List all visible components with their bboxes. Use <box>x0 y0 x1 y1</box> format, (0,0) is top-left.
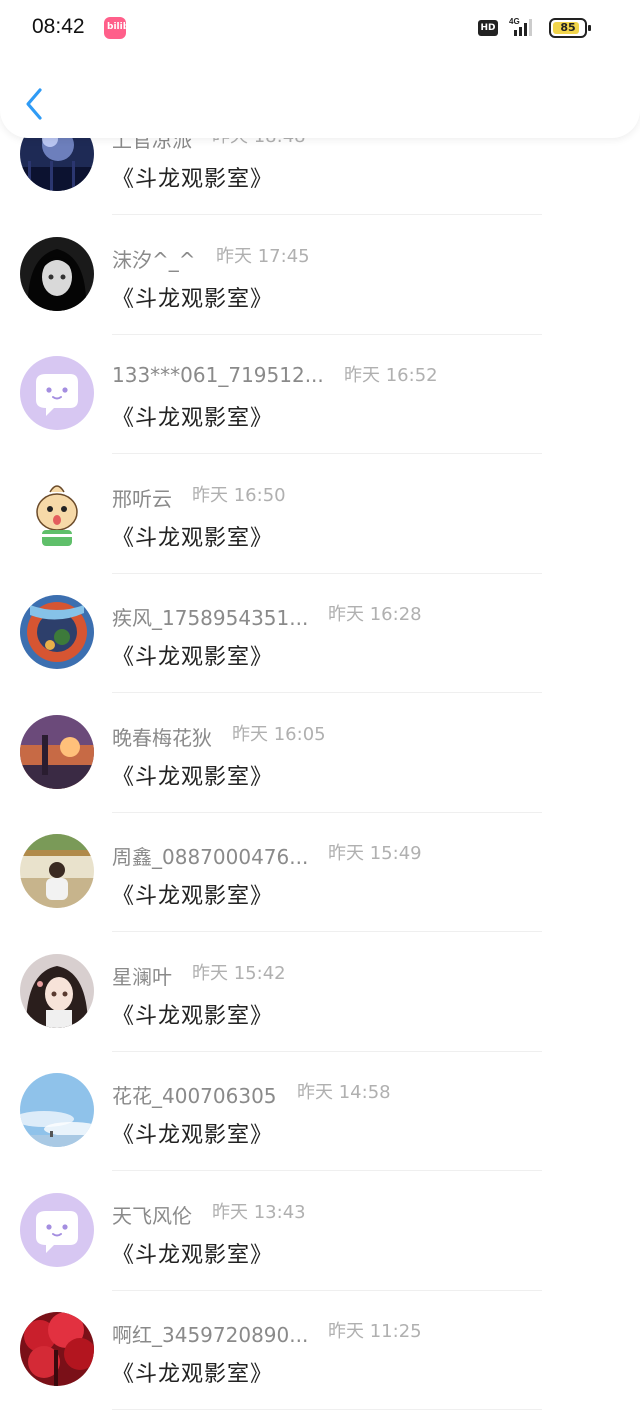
comment-item[interactable]: 疾风_1758954351... 昨天 16:28 《斗龙观影室》 <box>0 573 640 693</box>
username[interactable]: 沫汐^_^ <box>112 244 196 273</box>
avatar[interactable] <box>20 714 94 789</box>
username[interactable]: 晚春梅花狄 <box>112 722 212 751</box>
comment-text: 《斗龙观影室》 <box>112 286 274 312</box>
comment-text: 《斗龙观影室》 <box>112 167 274 192</box>
avatar[interactable] <box>20 356 94 430</box>
network-label: 4G <box>509 17 520 26</box>
avatar[interactable] <box>20 953 94 1028</box>
battery-icon: 85 <box>549 18 591 38</box>
top-bar: 08:42 bilibili HD 4G 85 <box>0 0 640 138</box>
comment-item[interactable]: 晚春梅花狄 昨天 16:05 《斗龙观影室》 <box>0 693 640 813</box>
comment-text: 《斗龙观影室》 <box>112 1362 274 1387</box>
timestamp: 昨天 16:05 <box>232 723 326 745</box>
avatar-image <box>20 714 94 789</box>
avatar[interactable] <box>20 236 94 311</box>
comment-item[interactable]: 星澜叶 昨天 15:42 《斗龙观影室》 <box>0 932 640 1052</box>
battery-level: 85 <box>560 21 576 34</box>
signal-4g-icon: 4G <box>509 17 532 36</box>
avatar-image <box>20 1073 94 1147</box>
timestamp: 昨天 15:42 <box>192 962 286 984</box>
divider <box>112 1409 542 1410</box>
username[interactable]: 啊红_3459720890... <box>112 1319 308 1348</box>
comment-text: 《斗龙观影室》 <box>112 1003 274 1029</box>
username[interactable]: 周鑫_0887000476... <box>112 841 308 870</box>
timestamp: 昨天 15:49 <box>328 843 422 864</box>
avatar-image <box>20 953 94 1028</box>
avatar-image <box>20 834 94 908</box>
avatar-image <box>20 356 94 430</box>
avatar[interactable] <box>20 1073 94 1147</box>
comment-item[interactable]: 沫汐^_^ 昨天 17:45 《斗龙观影室》 <box>0 215 640 335</box>
timestamp: 昨天 14:58 <box>297 1082 391 1103</box>
avatar[interactable] <box>20 1312 94 1386</box>
username[interactable]: 星澜叶 <box>112 961 172 990</box>
timestamp: 昨天 11:25 <box>328 1321 422 1342</box>
avatar-image <box>20 595 94 669</box>
hd-icon: HD <box>478 20 498 36</box>
comment-item[interactable]: 啊红_3459720890... 昨天 11:25 《斗龙观影室》 <box>0 1290 640 1410</box>
comment-text: 《斗龙观影室》 <box>112 764 274 790</box>
avatar[interactable] <box>20 475 94 550</box>
avatar-image <box>20 1192 94 1267</box>
avatar[interactable] <box>20 834 94 908</box>
avatar-image <box>20 236 94 311</box>
comment-text: 《斗龙观影室》 <box>112 884 274 909</box>
avatar-image <box>20 1312 94 1386</box>
comment-text: 《斗龙观影室》 <box>112 406 274 431</box>
avatar[interactable] <box>20 595 94 669</box>
username[interactable]: 天飞风伦 <box>112 1200 192 1229</box>
avatar-image <box>20 475 94 550</box>
chevron-left-icon[interactable] <box>20 84 50 124</box>
timestamp: 昨天 17:45 <box>216 245 310 267</box>
timestamp: 昨天 16:28 <box>328 604 422 625</box>
comment-text: 《斗龙观影室》 <box>112 645 274 670</box>
comment-text: 《斗龙观影室》 <box>112 525 274 551</box>
app-badge-label: bilibili <box>107 22 139 32</box>
comment-text: 《斗龙观影室》 <box>112 1123 274 1148</box>
username[interactable]: 花花_400706305 <box>112 1080 277 1109</box>
timestamp: 昨天 16:50 <box>192 484 286 506</box>
comment-text: 《斗龙观影室》 <box>112 1242 274 1268</box>
comment-item[interactable]: 邢听云 昨天 16:50 《斗龙观影室》 <box>0 454 640 574</box>
username[interactable]: 133***061_719512... <box>112 363 324 387</box>
status-time: 08:42 <box>32 15 85 38</box>
timestamp: 昨天 13:43 <box>212 1201 306 1223</box>
comment-item[interactable]: 花花_400706305 昨天 14:58 《斗龙观影室》 <box>0 1051 640 1171</box>
comment-item[interactable]: 133***061_719512... 昨天 16:52 《斗龙观影室》 <box>0 334 640 454</box>
username[interactable]: 邢听云 <box>112 483 172 512</box>
timestamp: 昨天 16:52 <box>344 365 438 386</box>
comment-item[interactable]: 周鑫_0887000476... 昨天 15:49 《斗龙观影室》 <box>0 812 640 932</box>
bilibili-app-icon: bilibili <box>104 17 138 39</box>
comment-item[interactable]: 天飞风伦 昨天 13:43 《斗龙观影室》 <box>0 1171 640 1291</box>
username[interactable]: 疾风_1758954351... <box>112 602 308 631</box>
avatar[interactable] <box>20 1192 94 1267</box>
